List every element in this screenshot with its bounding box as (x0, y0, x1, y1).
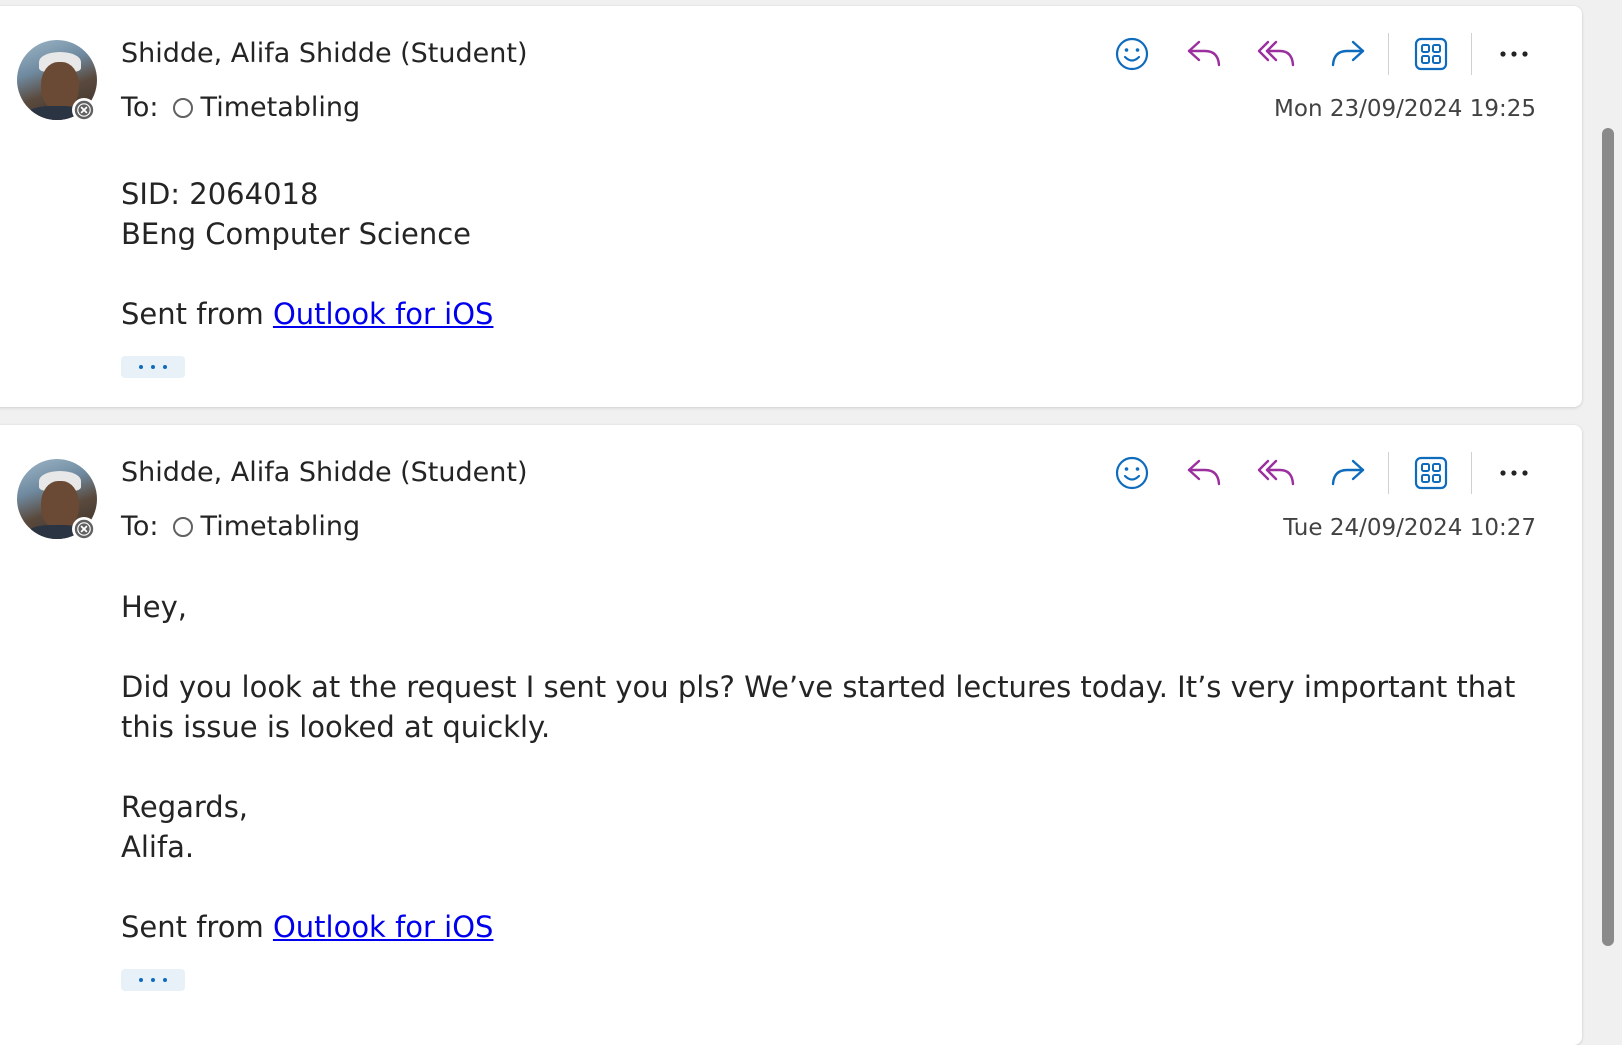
forward-button[interactable] (1326, 451, 1370, 495)
apps-icon (1414, 37, 1448, 71)
outlook-ios-link[interactable]: Outlook for iOS (273, 297, 494, 331)
toolbar-divider (1388, 33, 1389, 75)
forward-icon (1331, 459, 1365, 486)
emoji-react-button[interactable] (1110, 32, 1154, 76)
recipient-name[interactable]: Timetabling (201, 92, 361, 123)
apps-button[interactable] (1409, 32, 1453, 76)
apps-button[interactable] (1409, 451, 1453, 495)
vertical-scrollbar[interactable] (1602, 128, 1614, 946)
emoji-react-icon (1115, 37, 1149, 71)
conversation-thread: Shidde, Alifa Shidde (Student) To: Timet… (0, 0, 1590, 1045)
to-label: To: (121, 511, 159, 542)
signature-line: Sent from Outlook for iOS (121, 907, 1541, 947)
emoji-react-icon (1115, 456, 1149, 490)
reply-all-icon (1257, 40, 1295, 67)
apps-icon (1414, 456, 1448, 490)
forward-button[interactable] (1326, 32, 1370, 76)
more-options-icon (1500, 470, 1528, 476)
more-options-icon (1500, 51, 1528, 57)
emoji-react-button[interactable] (1110, 451, 1154, 495)
more-options-button[interactable] (1492, 451, 1536, 495)
forward-icon (1331, 40, 1365, 67)
reply-button[interactable] (1182, 32, 1226, 76)
body-line: BEng Computer Science (121, 217, 472, 251)
toolbar-divider (1471, 452, 1472, 494)
message-toolbar (1110, 451, 1536, 495)
sender-name[interactable]: Shidde, Alifa Shidde (Student) (121, 38, 528, 69)
show-quoted-text-button[interactable] (121, 356, 185, 378)
sent-from-text: Sent from (121, 297, 273, 331)
recipient-status-icon (172, 97, 193, 118)
reply-all-icon (1257, 459, 1295, 486)
regards-line: Regards, (121, 790, 249, 824)
reply-icon (1187, 40, 1221, 67)
message-body: SID: 2064018 BEng Computer Science Sent … (121, 174, 1541, 388)
sent-from-text: Sent from (121, 910, 273, 944)
presence-offline-icon (72, 98, 96, 122)
sender-name[interactable]: Shidde, Alifa Shidde (Student) (121, 457, 528, 488)
recipients-line: To: Timetabling (121, 92, 360, 123)
show-quoted-text-button[interactable] (121, 969, 185, 991)
outlook-ios-link[interactable]: Outlook for iOS (273, 910, 494, 944)
signature-line: Sent from Outlook for iOS (121, 294, 1541, 334)
greeting-line: Hey, (121, 590, 188, 624)
reply-icon (1187, 459, 1221, 486)
message-timestamp: Tue 24/09/2024 10:27 (1283, 515, 1536, 541)
presence-offline-icon (72, 517, 96, 541)
reply-button[interactable] (1182, 451, 1226, 495)
reply-all-button[interactable] (1254, 32, 1298, 76)
more-options-button[interactable] (1492, 32, 1536, 76)
message-card[interactable]: Shidde, Alifa Shidde (Student) To: Timet… (0, 6, 1582, 407)
to-label: To: (121, 92, 159, 123)
body-paragraph: Did you look at the request I sent you p… (121, 670, 1516, 744)
message-body: Hey, Did you look at the request I sent … (121, 587, 1541, 1001)
message-toolbar (1110, 32, 1536, 76)
body-line: SID: 2064018 (121, 177, 319, 211)
toolbar-divider (1471, 33, 1472, 75)
recipients-line: To: Timetabling (121, 511, 360, 542)
message-timestamp: Mon 23/09/2024 19:25 (1274, 96, 1536, 122)
reply-all-button[interactable] (1254, 451, 1298, 495)
signature-name: Alifa. (121, 830, 195, 864)
recipient-name[interactable]: Timetabling (201, 511, 361, 542)
toolbar-divider (1388, 452, 1389, 494)
message-card[interactable]: Shidde, Alifa Shidde (Student) To: Timet… (0, 425, 1582, 1045)
recipient-status-icon (172, 516, 193, 537)
